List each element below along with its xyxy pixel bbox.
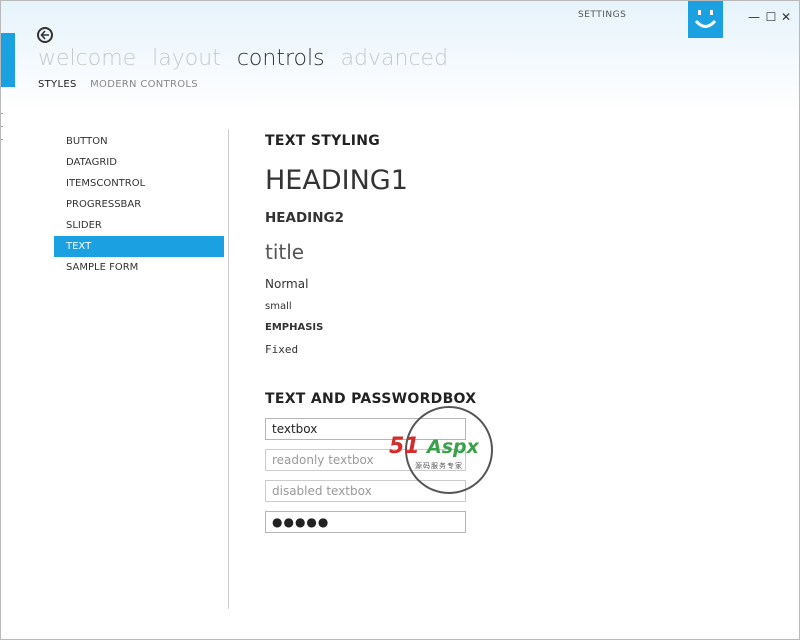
heading2-sample: HEADING2 [265, 210, 344, 226]
back-arrow-icon[interactable] [37, 27, 53, 43]
sidebar-item-progressbar[interactable]: PROGRESSBAR [54, 194, 224, 215]
subnav-styles[interactable]: STYLES [38, 79, 77, 90]
watermark-subtitle: 源码服务专家 [415, 462, 463, 470]
settings-link[interactable]: SETTINGS [578, 10, 626, 20]
nav-advanced[interactable]: advanced [341, 46, 449, 71]
minimize-button[interactable]: — [747, 9, 761, 25]
nav-welcome[interactable]: welcome [38, 46, 136, 71]
app-window: SETTINGS — ☐ ✕ welcome layout controls a… [0, 0, 800, 640]
sidebar-item-button[interactable]: BUTTON [54, 131, 224, 152]
sidebar-item-sample-form[interactable]: SAMPLE FORM [54, 257, 224, 278]
sidebar-menu: BUTTON DATAGRID ITEMSCONTROL PROGRESSBAR… [54, 131, 224, 278]
sub-navigation: STYLES MODERN CONTROLS [38, 79, 208, 90]
title-sample: title [265, 240, 305, 264]
fixed-sample: Fixed [265, 343, 299, 356]
nav-controls[interactable]: controls [237, 46, 325, 71]
emphasis-sample: EMPHASIS [265, 322, 324, 333]
section-title-text-styling: TEXT STYLING [265, 133, 381, 149]
sidebar-item-datagrid[interactable]: DATAGRID [54, 152, 224, 173]
sidebar-item-itemscontrol[interactable]: ITEMSCONTROL [54, 173, 224, 194]
sidebar-item-text[interactable]: TEXT [54, 236, 224, 257]
sidebar-item-slider[interactable]: SLIDER [54, 215, 224, 236]
heading1-sample: HEADING1 [265, 165, 408, 196]
section-title-text-and-passwordbox: TEXT AND PASSWORDBOX [265, 391, 477, 407]
vertical-divider [228, 129, 229, 609]
left-edge-ticks [1, 101, 4, 161]
watermark-brand-red: 51 [389, 434, 420, 459]
watermark-brand-green: Aspx [427, 436, 479, 458]
maximize-button[interactable]: ☐ [764, 9, 778, 25]
normal-sample: Normal [265, 277, 309, 291]
nav-layout[interactable]: layout [152, 46, 221, 71]
watermark-logo: 51 Aspx 源码服务专家 [389, 406, 513, 496]
smiley-logo-icon [688, 1, 723, 38]
password-box[interactable]: ●●●●● [265, 511, 466, 533]
left-accent-bar [1, 33, 15, 87]
subnav-modern-controls[interactable]: MODERN CONTROLS [90, 79, 198, 90]
content-panel: TEXT STYLING HEADING1 HEADING2 title Nor… [265, 133, 476, 533]
small-sample: small [265, 301, 292, 312]
close-button[interactable]: ✕ [779, 9, 793, 25]
main-navigation: welcome layout controls advanced [38, 46, 457, 71]
